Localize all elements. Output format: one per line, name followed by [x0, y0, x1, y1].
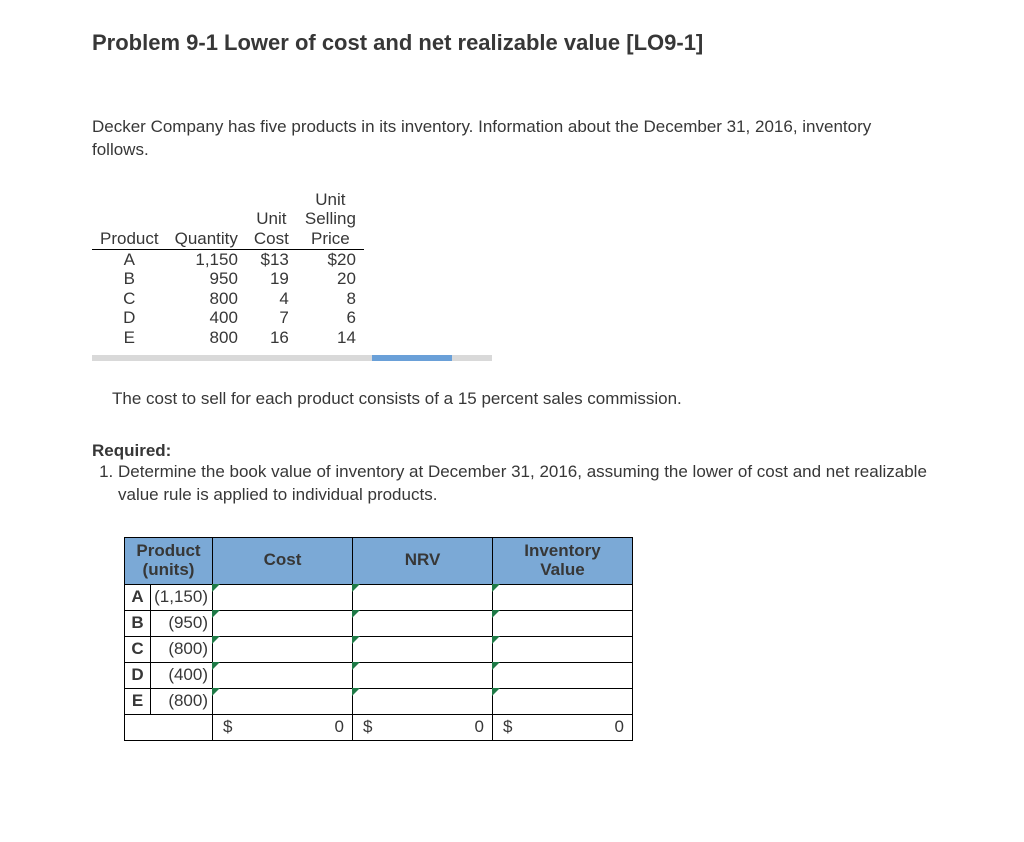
inventory-info-table: Unit Unit Selling Product Quantity Cost …: [92, 190, 932, 361]
info-quantity: 400: [167, 308, 246, 328]
row-units: (800): [151, 688, 213, 714]
intro-paragraph: Decker Company has five products in its …: [92, 116, 932, 162]
usp-header-selling: Selling: [297, 209, 364, 229]
totals-nrv-symbol: $: [353, 714, 383, 740]
info-product: E: [92, 328, 167, 348]
info-quantity: 950: [167, 269, 246, 289]
nrv-header: NRV: [353, 538, 493, 584]
row-letter: D: [125, 662, 151, 688]
unit-cost-header-unit: Unit: [246, 209, 297, 229]
answer-table: Product (units) Cost NRV Inventory Value…: [124, 537, 932, 740]
row-units: (800): [151, 636, 213, 662]
totals-label-cell: [125, 714, 213, 740]
product-header: Product: [92, 229, 167, 249]
usp-header-unit: Unit: [297, 190, 364, 210]
nrv-input[interactable]: [353, 636, 493, 662]
row-letter: B: [125, 610, 151, 636]
nrv-input[interactable]: [353, 662, 493, 688]
cost-header: Cost: [213, 538, 353, 584]
inventory-value-input[interactable]: [493, 636, 633, 662]
info-selling-price: 6: [297, 308, 364, 328]
row-letter: A: [125, 584, 151, 610]
totals-cost-value: 0: [243, 714, 353, 740]
cost-input[interactable]: [213, 610, 353, 636]
table-row: D(400): [125, 662, 633, 688]
info-quantity: 1,150: [167, 249, 246, 269]
info-unit-cost: $13: [246, 249, 297, 269]
info-quantity: 800: [167, 328, 246, 348]
inventory-value-header: Inventory Value: [493, 538, 633, 584]
info-unit-cost: 4: [246, 289, 297, 309]
cost-input[interactable]: [213, 662, 353, 688]
nrv-input[interactable]: [353, 610, 493, 636]
totals-nrv-value: 0: [383, 714, 493, 740]
requirements-list: Determine the book value of inventory at…: [92, 461, 932, 507]
inventory-value-input[interactable]: [493, 610, 633, 636]
row-letter: C: [125, 636, 151, 662]
info-unit-cost: 7: [246, 308, 297, 328]
info-product: C: [92, 289, 167, 309]
row-units: (400): [151, 662, 213, 688]
product-units-header: Product (units): [125, 538, 213, 584]
row-letter: E: [125, 688, 151, 714]
info-selling-price: 8: [297, 289, 364, 309]
totals-inv-value: 0: [523, 714, 633, 740]
table-row: C(800): [125, 636, 633, 662]
info-product: B: [92, 269, 167, 289]
problem-page: Problem 9-1 Lower of cost and net realiz…: [0, 0, 1024, 801]
nrv-input[interactable]: [353, 584, 493, 610]
info-selling-price: 20: [297, 269, 364, 289]
row-units: (1,150): [151, 584, 213, 610]
table-row: E(800): [125, 688, 633, 714]
problem-title: Problem 9-1 Lower of cost and net realiz…: [92, 30, 932, 56]
info-product: D: [92, 308, 167, 328]
info-selling-price: 14: [297, 328, 364, 348]
requirement-1: Determine the book value of inventory at…: [118, 461, 932, 507]
row-units: (950): [151, 610, 213, 636]
nrv-input[interactable]: [353, 688, 493, 714]
inventory-value-input[interactable]: [493, 662, 633, 688]
info-selling-price: $20: [297, 249, 364, 269]
info-unit-cost: 19: [246, 269, 297, 289]
inventory-value-input[interactable]: [493, 584, 633, 610]
required-label: Required:: [92, 441, 932, 461]
info-table-scrollbar: [92, 355, 492, 361]
inventory-value-input[interactable]: [493, 688, 633, 714]
totals-inv-symbol: $: [493, 714, 523, 740]
table-row: B(950): [125, 610, 633, 636]
info-product: A: [92, 249, 167, 269]
cost-input[interactable]: [213, 584, 353, 610]
table-row: A(1,150): [125, 584, 633, 610]
cost-input[interactable]: [213, 636, 353, 662]
quantity-header: Quantity: [167, 229, 246, 249]
usp-header-price: Price: [297, 229, 364, 249]
cost-input[interactable]: [213, 688, 353, 714]
totals-cost-symbol: $: [213, 714, 243, 740]
commission-note: The cost to sell for each product consis…: [112, 389, 932, 409]
info-unit-cost: 16: [246, 328, 297, 348]
info-quantity: 800: [167, 289, 246, 309]
unit-cost-header-cost: Cost: [246, 229, 297, 249]
